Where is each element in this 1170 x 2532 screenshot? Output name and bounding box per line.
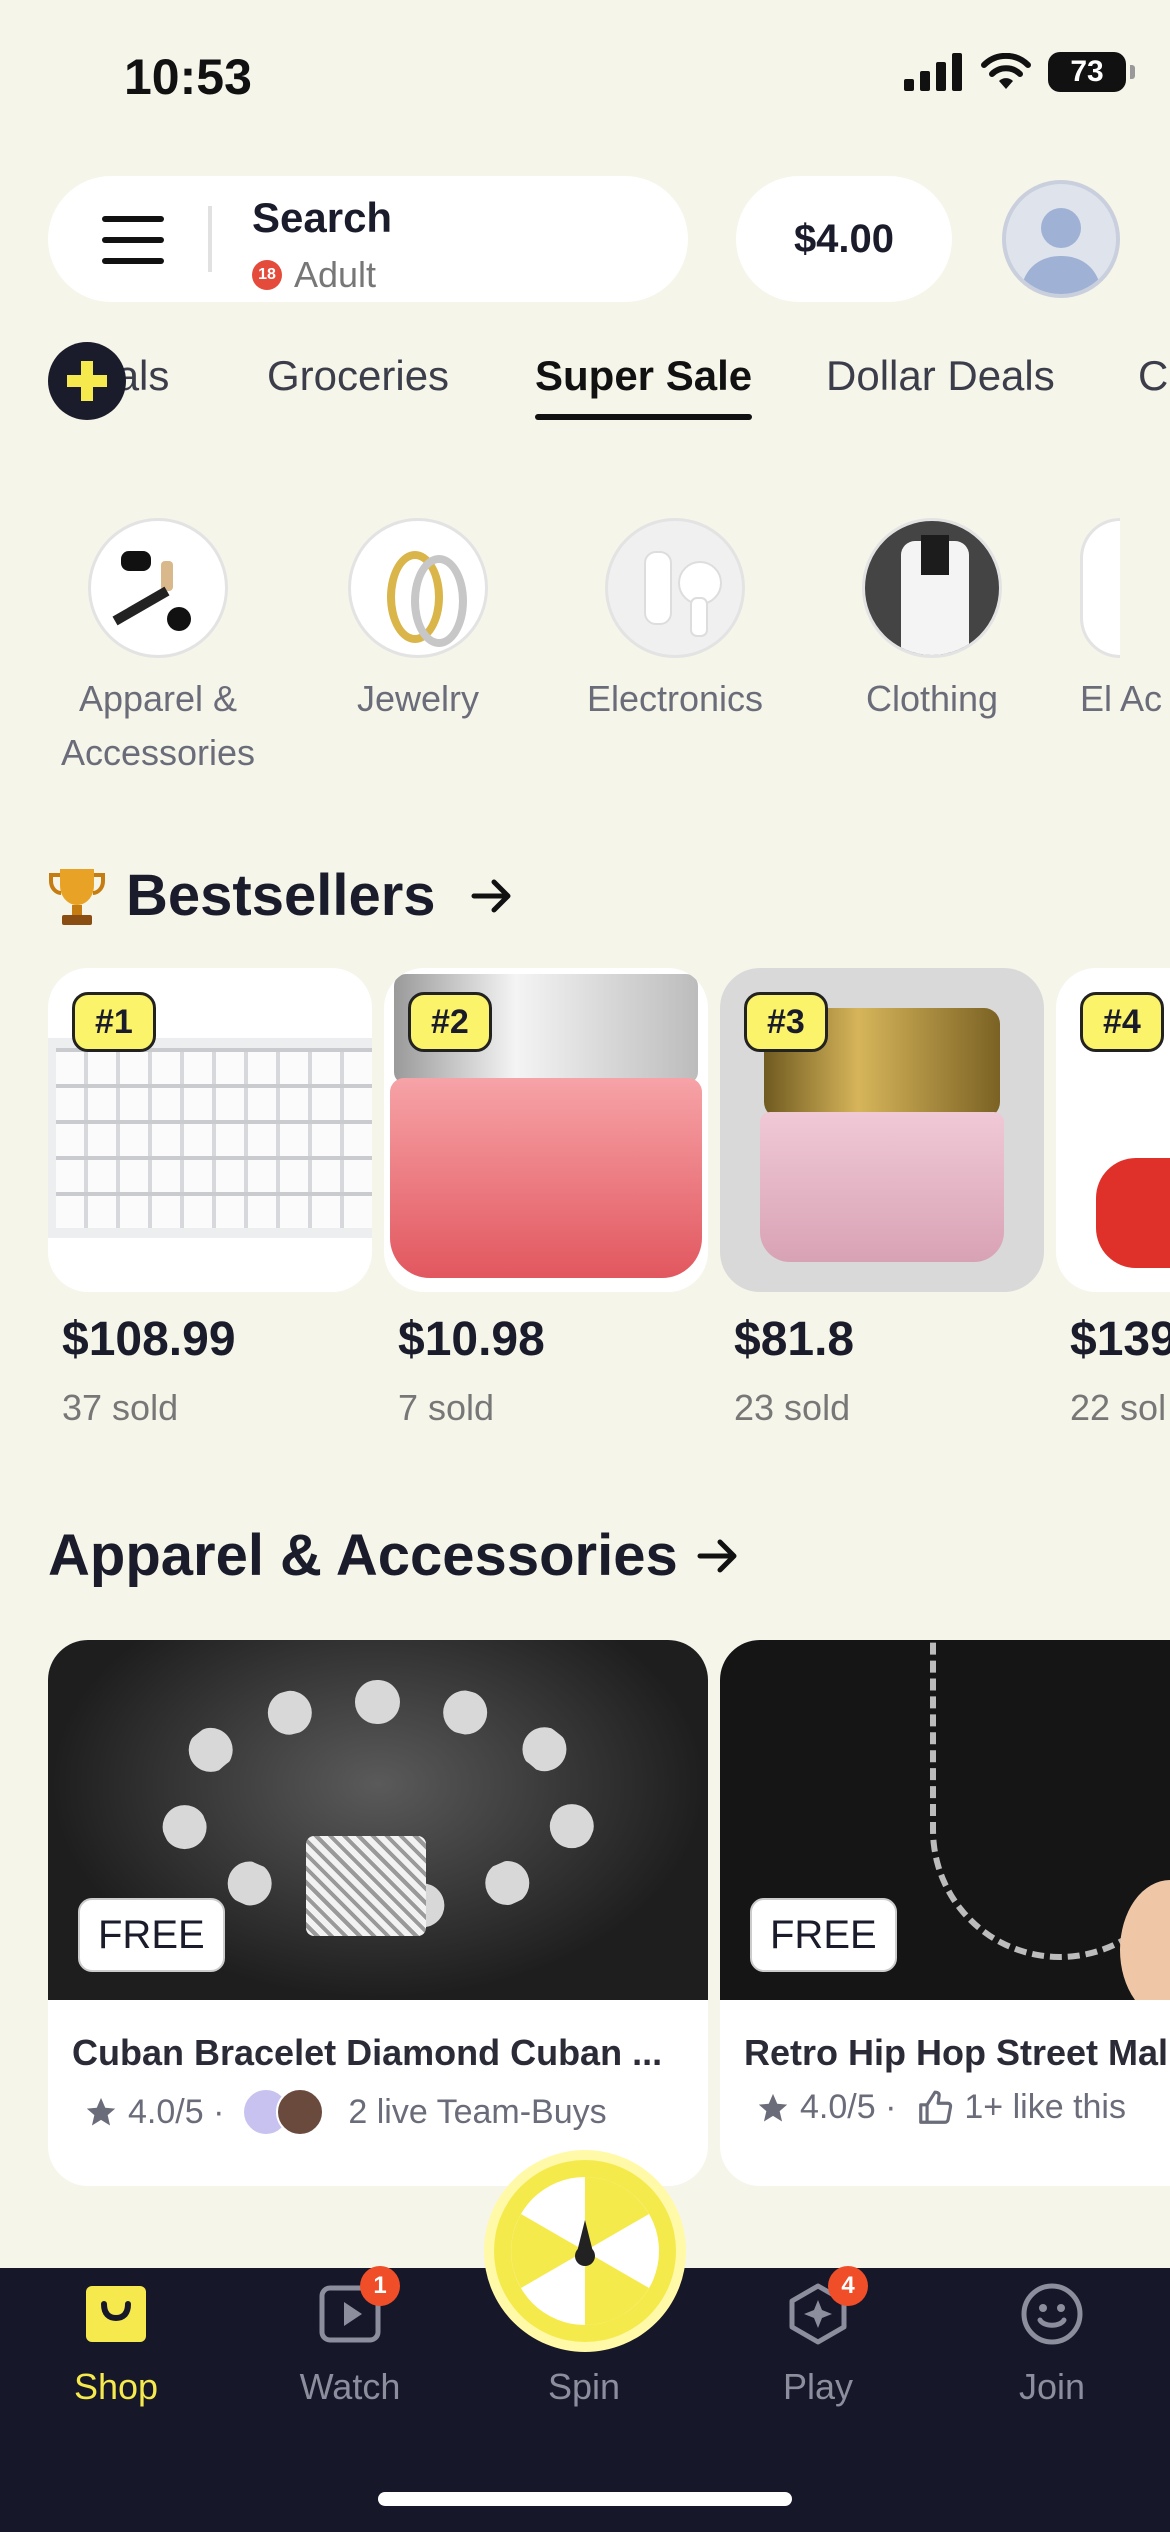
arrow-right-icon <box>471 879 511 912</box>
plus-icon[interactable] <box>48 342 126 420</box>
bestseller-card[interactable]: #4 $139 22 sol <box>1056 968 1170 1429</box>
tab-super-sale[interactable]: Super Sale <box>535 352 753 420</box>
apparel-section-title: Apparel & Accessories <box>48 1523 678 1588</box>
bestseller-card[interactable]: #3 $81.8 23 sold <box>720 968 1044 1429</box>
tab-play[interactable]: 4 Play <box>738 2266 898 2408</box>
trophy-icon <box>49 868 105 925</box>
free-badge: FREE <box>750 1898 897 1972</box>
notification-badge: 1 <box>360 2266 400 2306</box>
category-image <box>605 518 745 658</box>
product-image-keyboard: #1 <box>48 968 372 1292</box>
battery-icon: 73 <box>1048 52 1135 92</box>
category-image <box>88 518 228 658</box>
product-sold-count: 37 sold <box>62 1387 179 1428</box>
tab-groceries[interactable]: Groceries <box>267 352 449 400</box>
category-more[interactable]: El Ac <box>1080 518 1170 726</box>
product-rating: 4.0/5 · <box>128 2092 225 2131</box>
tab-label: Join <box>1018 2366 1086 2407</box>
balance-button[interactable]: $4.00 <box>736 176 952 302</box>
product-card[interactable]: FREE Retro Hip Hop Street Mal 4.0/5 · 1+… <box>720 1640 1170 2186</box>
apparel-section-header[interactable]: Apparel & Accessories <box>48 1522 740 1589</box>
category-label: El Ac <box>1080 678 1163 719</box>
tab-label: Watch <box>299 2366 401 2407</box>
category-label: Jewelry <box>356 678 480 719</box>
product-meta: 4.0/5 · 2 live Team-Buys <box>84 2088 607 2136</box>
product-title: Cuban Bracelet Diamond Cuban ... <box>72 2032 663 2073</box>
menu-icon[interactable] <box>102 216 164 264</box>
tab-label: Play <box>782 2366 854 2407</box>
tab-more[interactable]: C <box>1138 352 1168 400</box>
product-sold-count: 7 sold <box>398 1387 495 1428</box>
product-sold-count: 23 sold <box>734 1387 851 1428</box>
divider <box>208 206 212 272</box>
product-image-necklace: FREE <box>720 1640 1170 2000</box>
shopping-bag-icon <box>84 2282 148 2346</box>
team-buy-avatars <box>242 2088 325 2136</box>
category-image <box>862 518 1002 658</box>
bestsellers-title: Bestsellers <box>126 863 436 928</box>
category-tabs: Deals Groceries Super Sale Dollar Deals … <box>48 352 1170 432</box>
product-price: $10.98 <box>398 1313 545 1366</box>
tab-shop[interactable]: Shop <box>36 2282 196 2408</box>
smiley-icon <box>1020 2282 1084 2346</box>
free-badge: FREE <box>78 1898 225 1972</box>
product-rating: 4.0/5 · <box>800 2088 897 2126</box>
status-icons: 73 <box>904 52 1135 92</box>
tab-watch[interactable]: 1 Watch <box>270 2266 430 2408</box>
category-jewelry[interactable]: Jewelry <box>308 518 528 726</box>
search-subtitle-row: 18 Adult <box>252 254 376 296</box>
category-label: Electronics <box>586 678 764 719</box>
age-restriction-icon: 18 <box>252 260 282 290</box>
category-image <box>348 518 488 658</box>
cellular-signal-icon <box>904 53 962 91</box>
user-icon <box>1020 208 1102 294</box>
category-clothing[interactable]: Clothing <box>822 518 1042 726</box>
rank-badge: #4 <box>1080 992 1164 1052</box>
like-count: 1+ like this <box>964 2088 1126 2126</box>
rank-badge: #3 <box>744 992 828 1052</box>
video-play-icon: 1 <box>318 2266 400 2346</box>
product-meta: 4.0/5 · 1+ like this <box>756 2088 1126 2127</box>
product-title: Retro Hip Hop Street Mal <box>744 2032 1169 2073</box>
tab-label: Shop <box>73 2366 159 2407</box>
category-label: Clothing <box>865 678 999 719</box>
bestseller-card[interactable]: #2 $10.98 7 sold <box>384 968 708 1429</box>
wifi-icon <box>981 53 1031 89</box>
star-icon <box>758 2093 788 2121</box>
bestseller-card[interactable]: #1 $108.99 37 sold <box>48 968 372 1429</box>
status-time: 10:53 <box>124 49 252 105</box>
thumbs-up-icon <box>919 2090 953 2124</box>
category-image <box>1080 518 1120 658</box>
tab-spin[interactable]: Spin <box>504 2282 664 2408</box>
avatar[interactable] <box>1002 180 1120 298</box>
home-indicator <box>378 2492 792 2506</box>
bestsellers-header[interactable]: Bestsellers <box>48 862 514 929</box>
star-icon <box>86 2097 116 2126</box>
product-sold-count: 22 sol <box>1070 1387 1167 1428</box>
product-price: $139 <box>1070 1313 1170 1366</box>
play-sparkle-icon: 4 <box>786 2266 868 2346</box>
category-apparel-accessories[interactable]: Apparel & Accessories <box>48 518 268 780</box>
rank-badge: #1 <box>72 992 156 1052</box>
tab-join[interactable]: Join <box>972 2282 1132 2408</box>
search-subtitle: Adult <box>294 254 377 295</box>
search-title: Search <box>252 194 393 241</box>
battery-level: 73 <box>1070 55 1104 88</box>
product-price: $108.99 <box>62 1313 236 1366</box>
notification-badge: 4 <box>828 2266 868 2306</box>
team-buy-count: 2 live Team-Buys <box>348 2092 607 2131</box>
product-price: $81.8 <box>734 1313 855 1366</box>
rank-badge: #2 <box>408 992 492 1052</box>
category-electronics[interactable]: Electronics <box>565 518 785 726</box>
product-image: #4 <box>1056 968 1170 1292</box>
product-image-cream-jar: #3 <box>720 968 1044 1292</box>
product-image-bracelet: FREE <box>48 1640 708 2000</box>
tab-label: Spin <box>547 2366 621 2407</box>
arrow-right-icon <box>697 1539 737 1572</box>
tab-dollar-deals[interactable]: Dollar Deals <box>826 352 1055 400</box>
product-card[interactable]: FREE Cuban Bracelet Diamond Cuban ... 4.… <box>48 1640 708 2186</box>
search-bar[interactable]: Search 18 Adult <box>48 176 688 302</box>
product-image-cream-jar: #2 <box>384 968 708 1292</box>
category-label: Apparel & Accessories <box>60 678 256 773</box>
